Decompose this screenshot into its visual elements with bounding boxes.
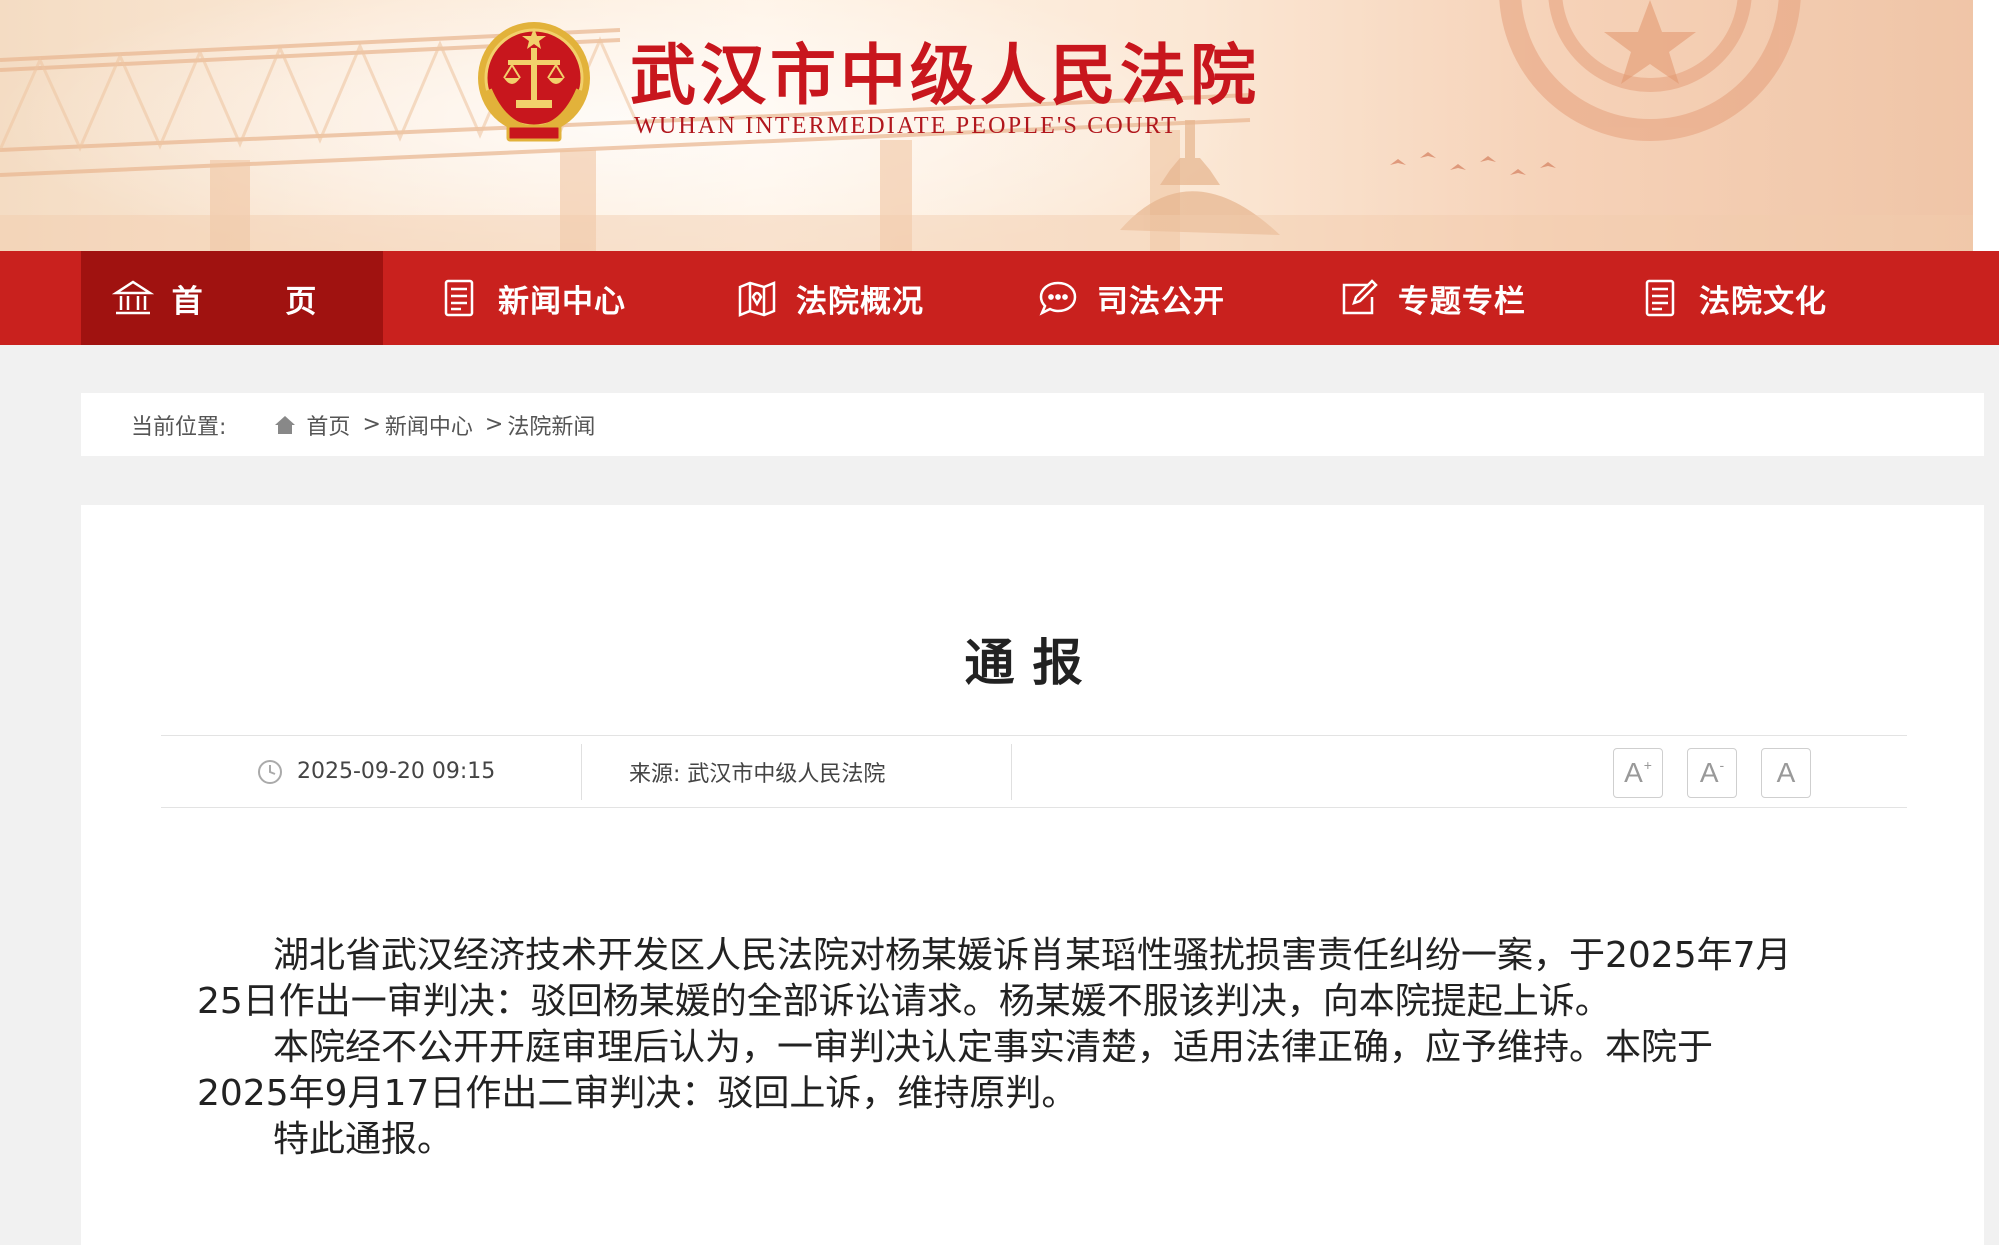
article-paragraph: 湖北省武汉经济技术开发区人民法院对杨某媛诉肖某瑫性骚扰损害责任纠纷一案，于202… <box>197 935 1792 1022</box>
breadcrumb-court-news[interactable]: 法院新闻 <box>507 409 595 441</box>
article-meta: 2025-09-20 09:15 来源: 武汉市中级人民法院 A + A- A <box>161 735 1907 808</box>
breadcrumb-home[interactable]: 首页 <box>306 409 350 441</box>
font-reset-button[interactable]: A <box>1761 748 1811 798</box>
font-button-suffix: + <box>1643 757 1652 773</box>
font-button-label: A <box>1699 757 1719 788</box>
article-source: 来源: 武汉市中级人民法院 <box>629 761 886 787</box>
nav-item-special-topics[interactable]: 专题专栏 <box>1338 251 1526 345</box>
court-name-en: WUHAN INTERMEDIATE PEOPLE'S COURT <box>634 113 1179 139</box>
nav-label: 新闻中心 <box>498 283 626 320</box>
breadcrumb-news-center[interactable]: 新闻中心 <box>385 409 473 441</box>
breadcrumb-label: 当前位置: <box>131 414 227 440</box>
edit-icon <box>1338 277 1380 319</box>
article-title: 通报 <box>964 634 1101 692</box>
home-icon <box>111 277 154 319</box>
banner-edge <box>1973 0 1999 251</box>
court-emblem-icon <box>478 22 590 142</box>
document-icon <box>438 277 480 319</box>
nav-item-judicial-openness[interactable]: 司法公开 <box>1037 251 1225 345</box>
nav-label: 法院概况 <box>796 283 924 320</box>
breadcrumb-separator: > <box>484 412 504 437</box>
nav-item-home[interactable]: 首 页 <box>81 251 383 345</box>
document-icon <box>1639 277 1681 319</box>
font-decrease-button[interactable]: A- <box>1687 748 1737 798</box>
breadcrumb: 当前位置: 首页 > 新闻中心 > 法院新闻 <box>81 393 1984 456</box>
nav-item-news[interactable]: 新闻中心 <box>438 251 626 345</box>
nav-label: 司法公开 <box>1097 283 1225 320</box>
nav-label: 专题专栏 <box>1398 283 1526 320</box>
font-button-label: A <box>1776 757 1796 788</box>
clock-icon <box>257 759 283 785</box>
map-icon <box>736 277 778 319</box>
font-increase-button[interactable]: A + <box>1613 748 1663 798</box>
font-button-suffix: - <box>1719 757 1725 773</box>
nav-label: 法院文化 <box>1699 283 1827 320</box>
nav-item-overview[interactable]: 法院概况 <box>736 251 924 345</box>
article-date: 2025-09-20 09:15 <box>257 736 495 807</box>
site-banner: 武汉市中级人民法院 WUHAN INTERMEDIATE PEOPLE'S CO… <box>0 0 1999 251</box>
chat-icon <box>1037 277 1079 319</box>
article-paragraph: 本院经不公开开庭审理后认为，一审判决认定事实清楚，适用法律正确，应予维持。本院于… <box>197 1027 1714 1114</box>
breadcrumb-separator: > <box>362 412 381 437</box>
font-button-label: A <box>1624 757 1643 788</box>
nav-item-court-culture[interactable]: 法院文化 <box>1639 251 1827 345</box>
article-datetime: 2025-09-20 09:15 <box>297 759 496 784</box>
main-nav: 首 页 新闻中心 法院概况 司法公开 专题专栏 法院文化 <box>0 251 1999 345</box>
home-icon <box>274 414 296 436</box>
article-card: 通报 2025-09-20 09:15 来源: 武汉市中级人民法院 A + A- … <box>81 505 1984 1245</box>
meta-divider <box>581 744 582 800</box>
article-paragraph: 特此通报。 <box>273 1119 454 1160</box>
nav-label: 首 页 <box>171 283 353 320</box>
article-body: 湖北省武汉经济技术开发区人民法院对杨某媛诉肖某瑫性骚扰损害责任纠纷一案，于202… <box>197 933 1797 1163</box>
court-name-cn: 武汉市中级人民法院 <box>630 36 1260 114</box>
meta-divider <box>1011 744 1012 800</box>
